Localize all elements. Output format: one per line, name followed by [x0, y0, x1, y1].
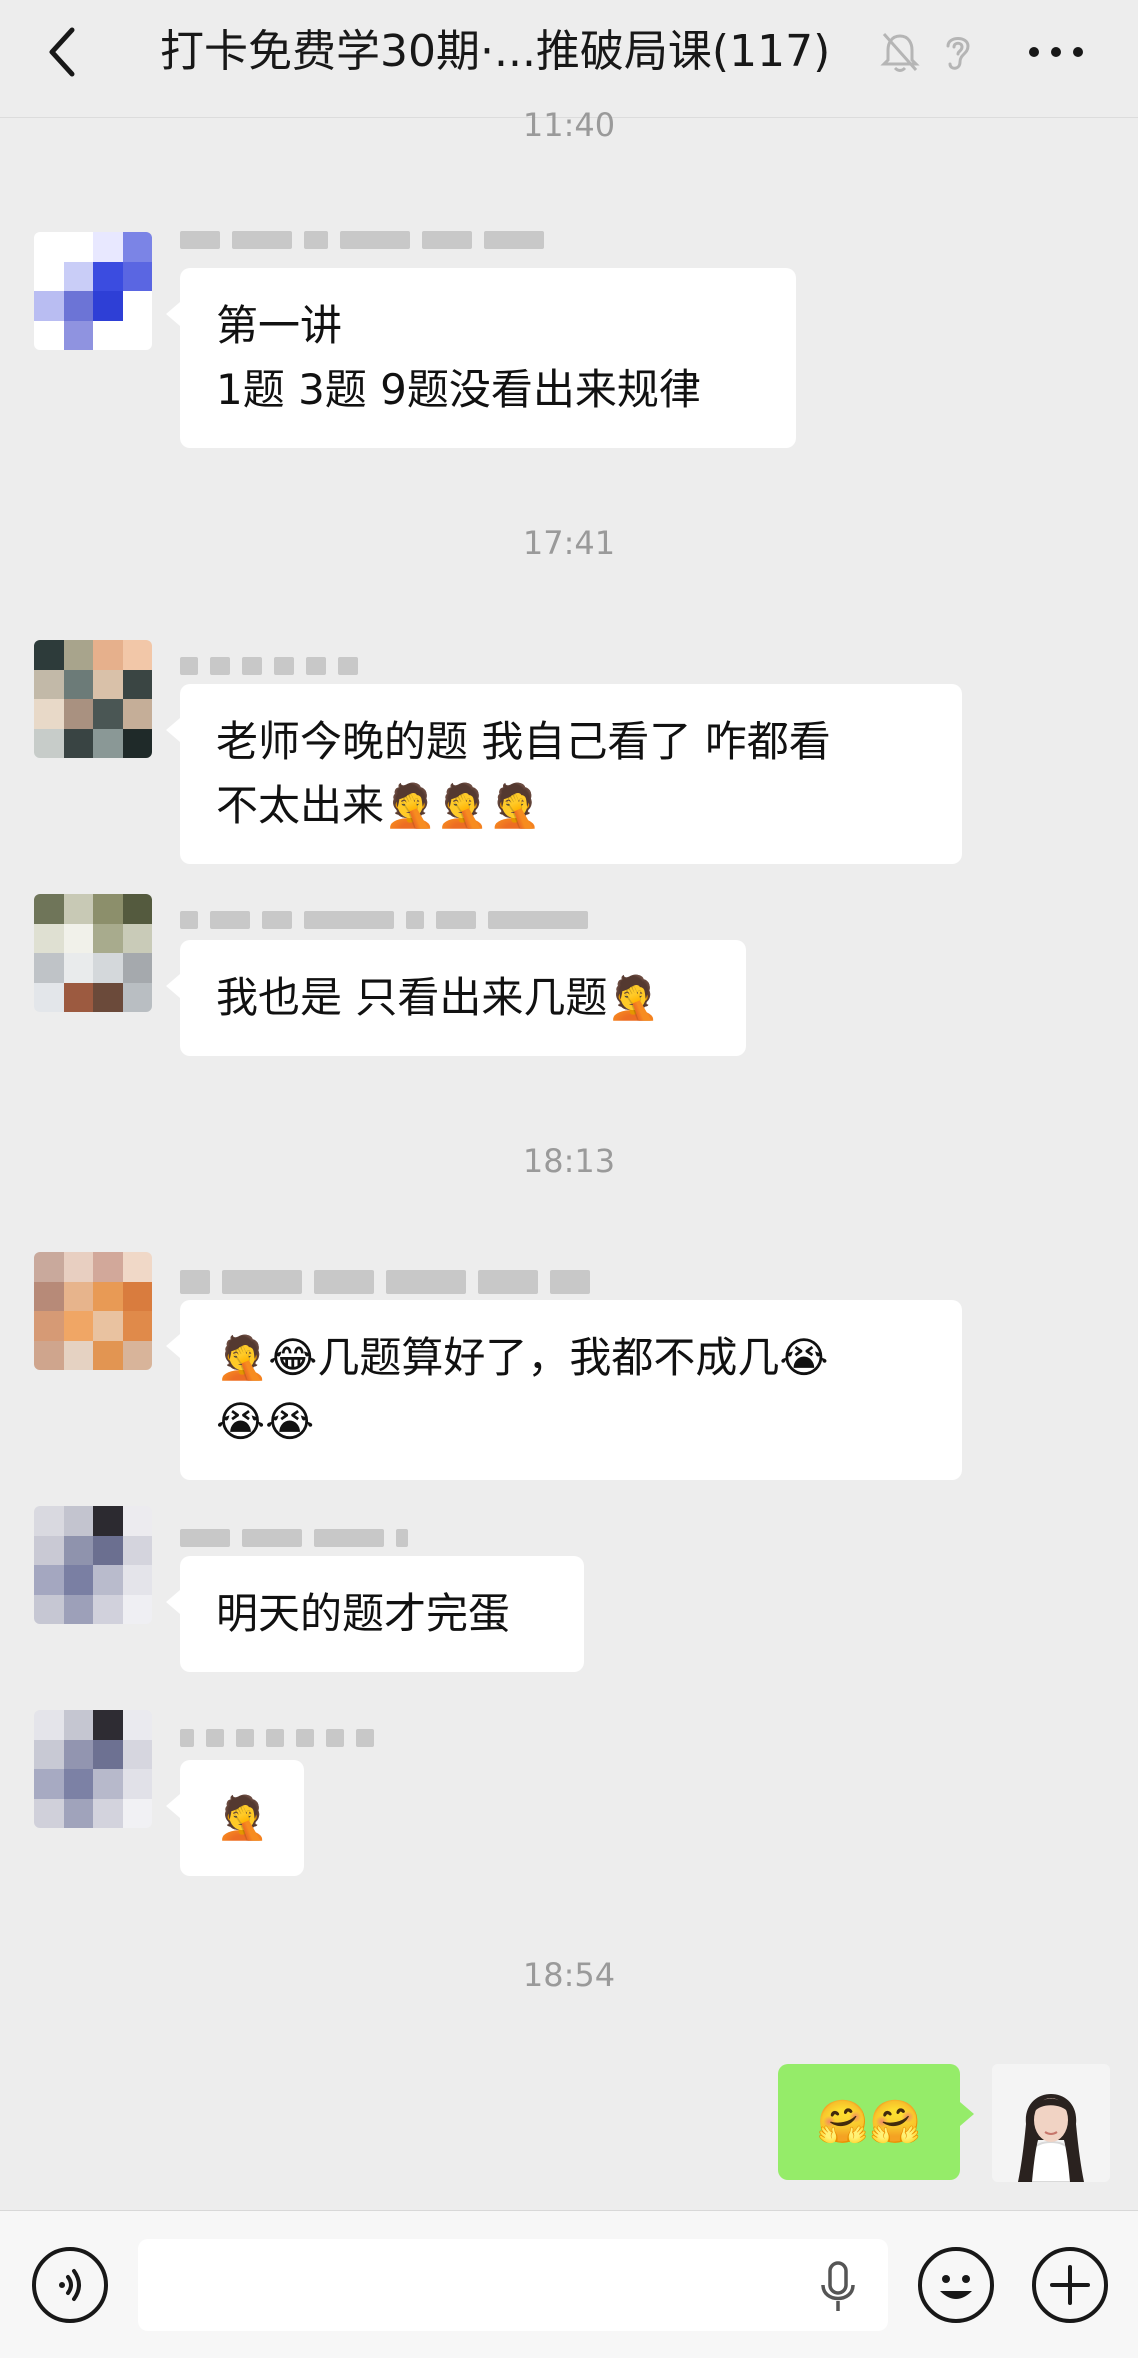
- sender-name: [180, 1726, 374, 1750]
- my-avatar[interactable]: [992, 2064, 1110, 2182]
- input-bar: [0, 2210, 1138, 2358]
- message-bubble[interactable]: 我也是 只看出来几题🤦: [166, 940, 746, 1056]
- outgoing-message-bubble[interactable]: 🤗🤗: [778, 2064, 974, 2180]
- voice-icon[interactable]: [32, 2247, 108, 2323]
- sender-name: [180, 654, 358, 678]
- avatar[interactable]: [34, 640, 152, 758]
- chevron-left-icon[interactable]: [38, 22, 88, 82]
- message-bubble[interactable]: 明天的题才完蛋: [166, 1556, 584, 1672]
- timestamp: 11:40: [522, 106, 616, 144]
- chat-title[interactable]: 打卡免费学30期·...推破局课(117): [160, 24, 860, 80]
- avatar[interactable]: [34, 1710, 152, 1828]
- message-bubble[interactable]: 老师今晚的题 我自己看了 咋都看 不太出来🤦🤦🤦: [166, 684, 962, 864]
- emoji-icon[interactable]: [918, 2247, 994, 2323]
- bell-off-icon: [880, 30, 920, 74]
- avatar[interactable]: [34, 232, 152, 350]
- chat-header: 打卡免费学30期·...推破局课(117): [0, 0, 1138, 118]
- sender-name: [180, 1270, 590, 1294]
- chat-screen: 打卡免费学30期·...推破局课(117) 11:40 第一讲 1题 3题 9题…: [0, 0, 1138, 2358]
- sender-name: [180, 228, 544, 252]
- sender-name: [180, 1526, 408, 1550]
- avatar[interactable]: [34, 894, 152, 1012]
- message-bubble[interactable]: 🤦😂几题算好了，我都不成几😭 😭😭: [166, 1300, 962, 1480]
- avatar[interactable]: [34, 1252, 152, 1370]
- message-bubble[interactable]: 🤦: [166, 1760, 304, 1876]
- avatar[interactable]: [34, 1506, 152, 1624]
- message-input[interactable]: [138, 2239, 888, 2331]
- microphone-icon[interactable]: [818, 2259, 858, 2315]
- sender-name: [180, 908, 588, 932]
- message-bubble[interactable]: 第一讲 1题 3题 9题没看出来规律: [166, 268, 796, 448]
- ear-icon: [938, 30, 978, 74]
- more-horizontal-icon[interactable]: [1024, 30, 1088, 74]
- plus-icon[interactable]: [1032, 2247, 1108, 2323]
- timestamp: 18:13: [522, 1142, 616, 1180]
- timestamp: 17:41: [522, 524, 616, 562]
- timestamp: 18:54: [522, 1956, 616, 1994]
